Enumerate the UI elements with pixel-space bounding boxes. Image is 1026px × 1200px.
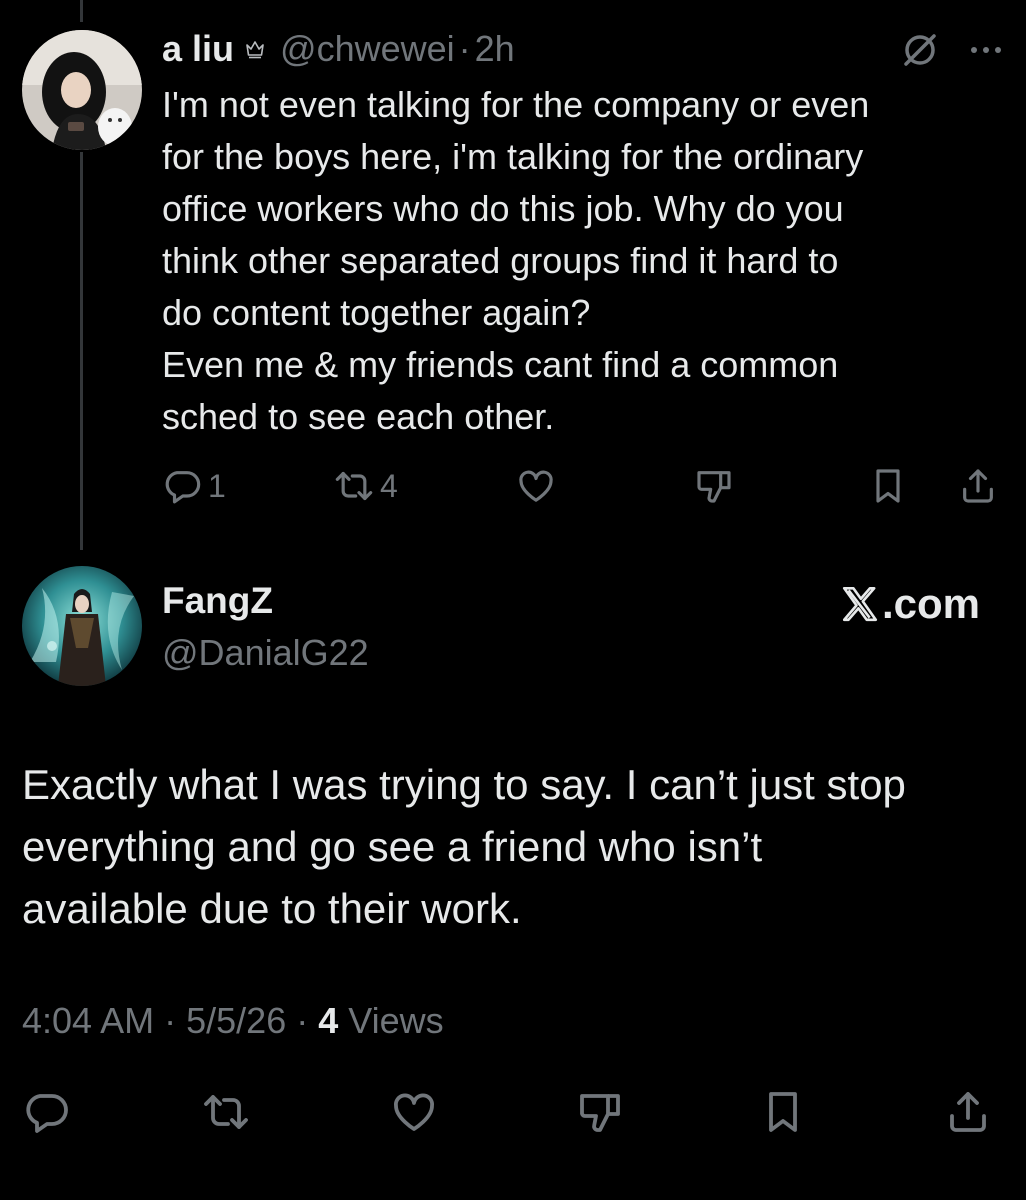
share-button[interactable] [958, 460, 998, 512]
xcom-label: .com [881, 580, 980, 627]
repost-icon [334, 466, 374, 506]
reply-separator: · [458, 28, 471, 69]
dislike-icon [694, 466, 734, 506]
reply-tweet-header: a liu @chwewei · 2h [162, 26, 515, 72]
repost-count: 4 [380, 467, 398, 504]
tweet-date: 5/5/26 [186, 1000, 287, 1041]
reply-icon [162, 466, 202, 506]
xcom-watermark: .com [839, 580, 980, 628]
tweet-meta: 4:04 AM · 5/5/26 · 4 Views [22, 1000, 444, 1042]
reply-count: 1 [208, 467, 226, 504]
reply-icon [22, 1088, 70, 1136]
main-reply-button[interactable] [22, 1084, 70, 1140]
reply-action-bar: 1 4 [162, 460, 1004, 512]
main-text-line: Exactly what I was trying to say. I can’… [22, 761, 906, 808]
reply-text-line: think other separated groups find it har… [162, 240, 839, 281]
views-label[interactable]: Views [348, 1000, 443, 1041]
main-tweet-text: Exactly what I was trying to say. I can’… [22, 754, 1002, 940]
main-text-line: everything and go see a friend who isn’t [22, 823, 763, 870]
reply-text-line: I'm not even talking for the company or … [162, 84, 870, 125]
reply-text-line: sched to see each other. [162, 396, 555, 437]
meta-separator: · [164, 1000, 177, 1041]
main-share-button[interactable] [944, 1084, 992, 1140]
grok-icon[interactable] [900, 30, 940, 70]
main-action-bar [22, 1084, 997, 1140]
reply-top-actions [900, 30, 1004, 70]
reply-timestamp[interactable]: 2h [475, 28, 515, 70]
reply-author-handle[interactable]: @chwewei [280, 28, 455, 70]
share-icon [944, 1088, 992, 1136]
main-repost-button[interactable] [202, 1084, 250, 1140]
main-text-line: available due to their work. [22, 885, 522, 932]
repost-button[interactable]: 4 [334, 460, 398, 512]
bookmark-icon [759, 1088, 807, 1136]
avatar-a-liu[interactable] [22, 30, 142, 150]
reply-tweet-text: I'm not even talking for the company or … [162, 79, 1002, 443]
avatar-fangz[interactable] [22, 566, 142, 686]
reply-text-line: for the boys here, i'm talking for the o… [162, 136, 864, 177]
thread-line [80, 152, 83, 550]
main-author-name[interactable]: FangZ [162, 580, 273, 622]
dislike-button[interactable] [694, 460, 734, 512]
like-icon [516, 466, 556, 506]
repost-icon [202, 1088, 250, 1136]
main-author-handle[interactable]: @DanialG22 [162, 632, 369, 674]
bookmark-icon [868, 466, 908, 506]
reply-text-line: Even me & my friends cant find a common [162, 344, 839, 385]
reply-text-line: do content together again? [162, 292, 591, 333]
main-dislike-button[interactable] [576, 1084, 624, 1140]
meta-separator: · [296, 1000, 309, 1041]
main-bookmark-button[interactable] [759, 1084, 807, 1140]
dislike-icon [576, 1088, 624, 1136]
like-button[interactable] [516, 460, 562, 512]
reply-button[interactable]: 1 [162, 460, 226, 512]
x-logo-icon [839, 583, 881, 625]
bookmark-button[interactable] [868, 460, 908, 512]
reply-author-name[interactable]: a liu [162, 28, 234, 70]
more-options-icon[interactable] [968, 44, 1004, 56]
views-count: 4 [318, 1000, 339, 1041]
crown-icon [244, 38, 266, 60]
like-icon [390, 1088, 438, 1136]
main-like-button[interactable] [390, 1084, 438, 1140]
reply-text-line: office workers who do this job. Why do y… [162, 188, 844, 229]
share-icon [958, 466, 998, 506]
tweet-time: 4:04 AM [22, 1000, 155, 1041]
thread-line-top [80, 0, 83, 22]
